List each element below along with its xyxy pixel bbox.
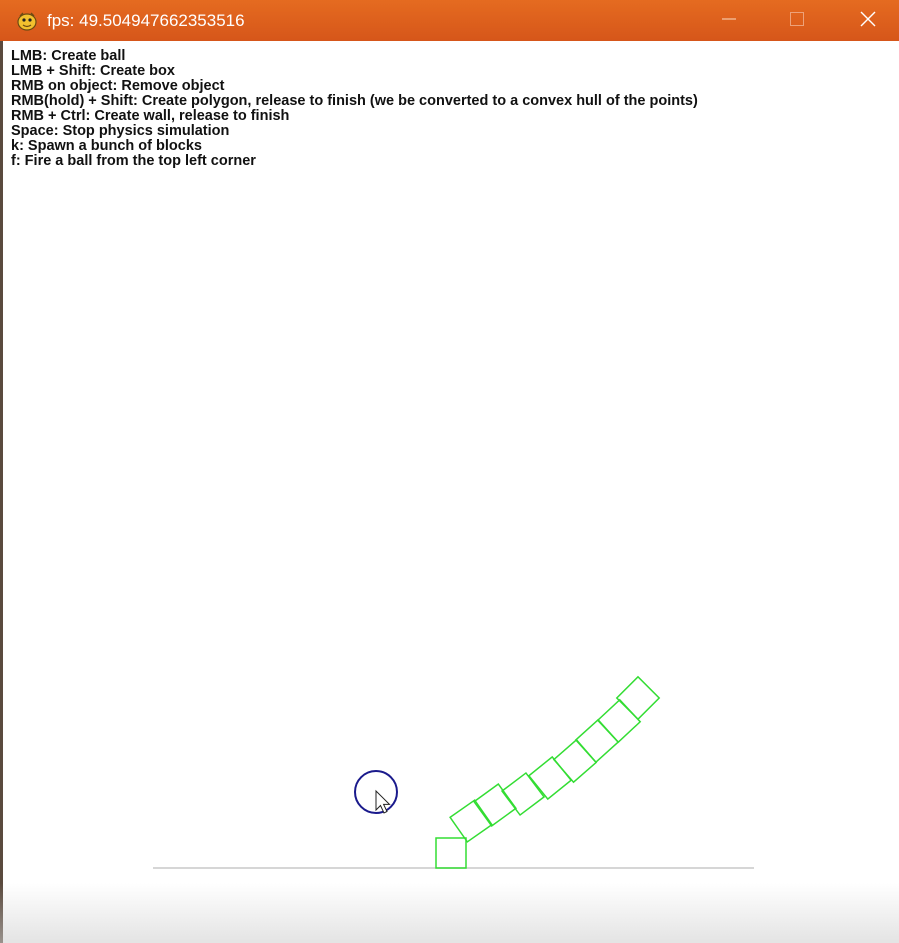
physics-box[interactable]: [449, 799, 493, 843]
box-chain: [435, 675, 661, 869]
physics-box[interactable]: [574, 718, 620, 764]
physics-box[interactable]: [500, 771, 546, 817]
physics-box[interactable]: [435, 837, 467, 869]
physics-box[interactable]: [596, 698, 642, 744]
physics-box[interactable]: [615, 675, 661, 721]
physics-canvas[interactable]: [0, 0, 899, 943]
physics-box[interactable]: [473, 783, 517, 827]
physics-box[interactable]: [527, 755, 573, 801]
bottom-edge-shading: [0, 883, 899, 943]
pygame-window: fps: 49.504947662353516 LMB: Create ball…: [0, 0, 899, 943]
physics-box[interactable]: [552, 738, 598, 784]
